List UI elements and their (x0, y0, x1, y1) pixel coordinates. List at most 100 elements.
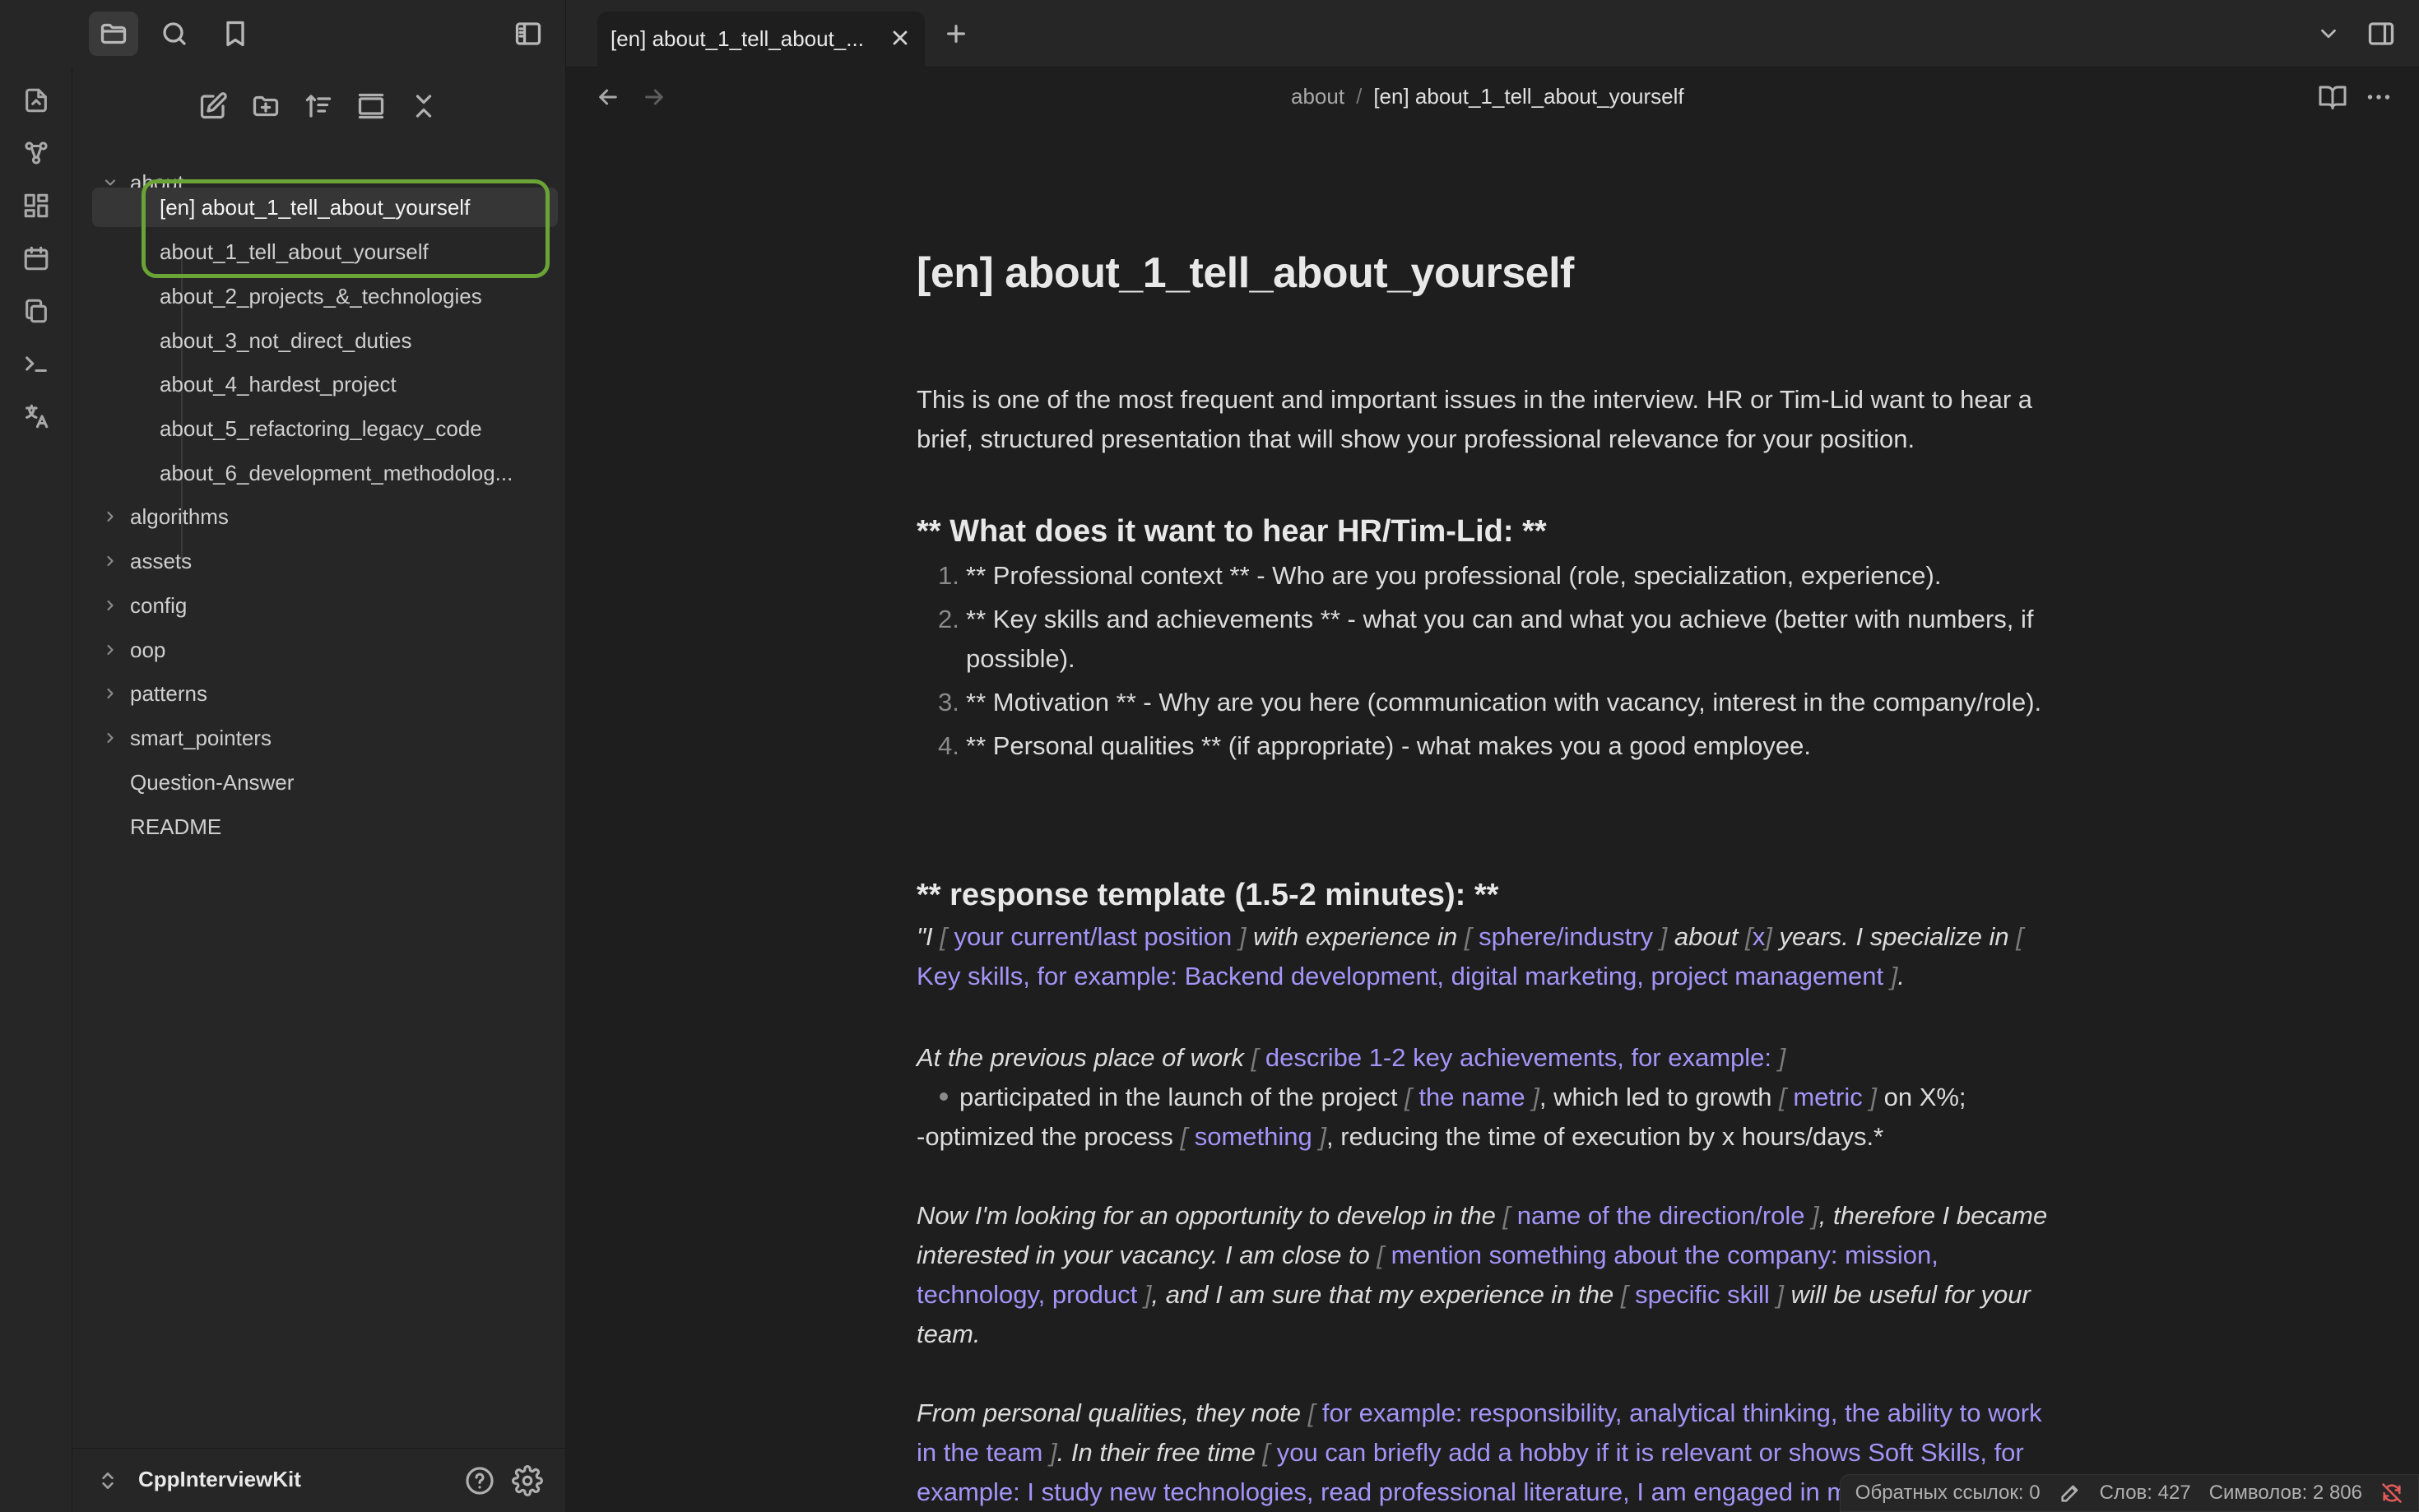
edit-mode-icon[interactable] (2059, 1482, 2082, 1505)
sort-button[interactable] (298, 86, 339, 127)
text-run: At the previous place of work (917, 1043, 1251, 1072)
list-item: 1. ** Professional context ** - Who are y… (917, 556, 2068, 596)
bookmarks-button[interactable] (211, 12, 260, 56)
text-run: . (1897, 962, 1906, 990)
tree-file-question-answer[interactable]: Question-Answer (99, 763, 559, 802)
reveal-icon (358, 93, 384, 119)
tree-file[interactable]: about_6_development_methodolog... (92, 453, 558, 493)
chevron-updown-icon[interactable] (97, 1470, 118, 1496)
text-run: . In their free time (1056, 1438, 1263, 1467)
char-count: Символов: 2 806 (2208, 1482, 2362, 1504)
placeholder: your current/last position (954, 922, 1233, 951)
tree-file[interactable]: about_2_projects_&_technologies (92, 276, 558, 316)
tab-list-button[interactable] (2304, 12, 2353, 56)
bracket: ] (1660, 922, 1668, 951)
reading-view-icon[interactable] (2318, 82, 2347, 116)
new-note-button[interactable] (193, 86, 234, 127)
requirements-list: 1. ** Professional context ** - Who are y… (917, 556, 2068, 770)
backlinks-count[interactable]: Обратных ссылок: 0 (1855, 1482, 2041, 1505)
tree-folder-assets[interactable]: assets (99, 541, 559, 581)
collapse-all-button[interactable] (403, 86, 444, 127)
list-item-text: ** Professional context ** - Who are you… (966, 561, 1942, 590)
bracket: ] (1532, 1083, 1539, 1111)
more-options-icon[interactable] (2364, 82, 2393, 116)
back-arrow-icon[interactable] (595, 84, 621, 114)
quick-switcher-button[interactable] (18, 82, 54, 118)
page-title: [en] about_1_tell_about_yourself (917, 249, 1574, 297)
new-folder-button[interactable] (245, 86, 286, 127)
bracket: ] (1319, 1122, 1327, 1151)
list-item-text: ** Motivation ** - Why are you here (com… (966, 688, 2042, 717)
tree-folder-patterns[interactable]: patterns (99, 674, 559, 713)
canvas-button[interactable] (18, 188, 54, 224)
folder-plus-icon (253, 95, 279, 117)
tree-folder-oop[interactable]: oop (99, 630, 559, 670)
forward-arrow-icon[interactable] (641, 84, 667, 114)
tree-file[interactable]: about_4_hardest_project (92, 364, 558, 404)
tree-folder-config[interactable]: config (99, 586, 559, 625)
tree-file[interactable]: about_3_not_direct_duties (92, 321, 558, 360)
bracket: [ (1180, 1122, 1188, 1151)
file-explorer-button[interactable] (89, 12, 138, 56)
ribbon (0, 67, 72, 1512)
chevron-down-icon (2321, 29, 2336, 39)
auto-reveal-button[interactable] (351, 86, 392, 127)
bracket: [ (1779, 1083, 1786, 1111)
translate-icon (26, 404, 49, 429)
list-item: 3. ** Motivation ** - Why are you here (c… (917, 683, 2068, 722)
tree-file-label: about_2_projects_&_technologies (160, 283, 482, 308)
daily-note-button[interactable] (18, 240, 54, 276)
text-run: with experience in (1246, 922, 1465, 951)
tree-folder-label: patterns (130, 680, 207, 706)
search-button[interactable] (150, 12, 199, 56)
breadcrumb-folder[interactable]: about (1291, 84, 1344, 109)
template-paragraph-2: At the previous place of work [ describe… (917, 1038, 2068, 1157)
tree-folder-label: assets (130, 548, 193, 573)
list-item: 2. ** Key skills and achievements ** - wh… (917, 600, 2068, 679)
tab-active[interactable]: [en] about_1_tell_about_... (597, 12, 925, 67)
templates-button[interactable] (18, 293, 54, 329)
bracket: [ (940, 922, 947, 951)
placeholder: specific skill (1635, 1280, 1770, 1309)
text-run: "I (917, 922, 940, 951)
tree-file-readme[interactable]: README (99, 807, 559, 846)
folder-icon (100, 23, 127, 44)
file-explorer: about [en] about_1_tell_about_yourself a… (72, 67, 566, 1512)
file-explorer-toolbar (72, 86, 566, 127)
bracket: ] (1869, 1083, 1877, 1111)
help-icon[interactable] (464, 1465, 495, 1500)
search-icon (163, 22, 186, 45)
graph-view-button[interactable] (18, 135, 54, 171)
text-run: , and I am sure that my experience in th… (1151, 1280, 1621, 1309)
status-bar: Обратных ссылок: 0 Слов: 427 Символов: 2… (1839, 1474, 2419, 1512)
bracket: [ (1620, 1280, 1628, 1309)
tab-title[interactable]: [en] about_1_tell_about_... (611, 26, 877, 52)
bracket: ] (1778, 1043, 1786, 1072)
new-tab-button[interactable] (931, 12, 981, 56)
vault-switcher[interactable]: CppInterviewKit (72, 1448, 566, 1512)
breadcrumb: about / [en] about_1_tell_about_yourself (1291, 84, 1684, 109)
bracket: ] (1144, 1280, 1152, 1309)
toggle-left-sidebar-button[interactable] (504, 12, 553, 56)
placeholder: describe 1-2 key achievements, for examp… (1265, 1043, 1772, 1072)
breadcrumb-current[interactable]: [en] about_1_tell_about_yourself (1373, 84, 1683, 109)
text-run: From personal qualities, they note (917, 1398, 1308, 1427)
tree-file[interactable]: about_5_refactoring_legacy_code (92, 409, 558, 448)
terminal-button[interactable] (18, 346, 54, 382)
vault-name[interactable]: CppInterviewKit (138, 1467, 301, 1492)
translate-button[interactable] (18, 398, 54, 434)
list-item-text: ** Personal qualities ** (if appropriate… (966, 731, 1811, 760)
tree-folder-algorithms[interactable]: algorithms (99, 497, 559, 536)
placeholder: name of the direction/role (1516, 1201, 1805, 1230)
bracket: [ (1405, 1083, 1412, 1111)
word-count: Слов: 427 (2099, 1482, 2191, 1504)
settings-gear-icon[interactable] (512, 1465, 543, 1500)
tree-folder-smart-pointers[interactable]: smart_pointers (99, 718, 559, 758)
toggle-right-sidebar-button[interactable] (2356, 12, 2406, 56)
plus-icon (947, 25, 965, 43)
graph-icon (25, 141, 48, 165)
list-number: 4. (938, 731, 959, 760)
placeholder: the name (1418, 1083, 1525, 1111)
sync-off-icon[interactable] (2380, 1482, 2403, 1505)
close-tab-icon[interactable] (887, 25, 913, 51)
